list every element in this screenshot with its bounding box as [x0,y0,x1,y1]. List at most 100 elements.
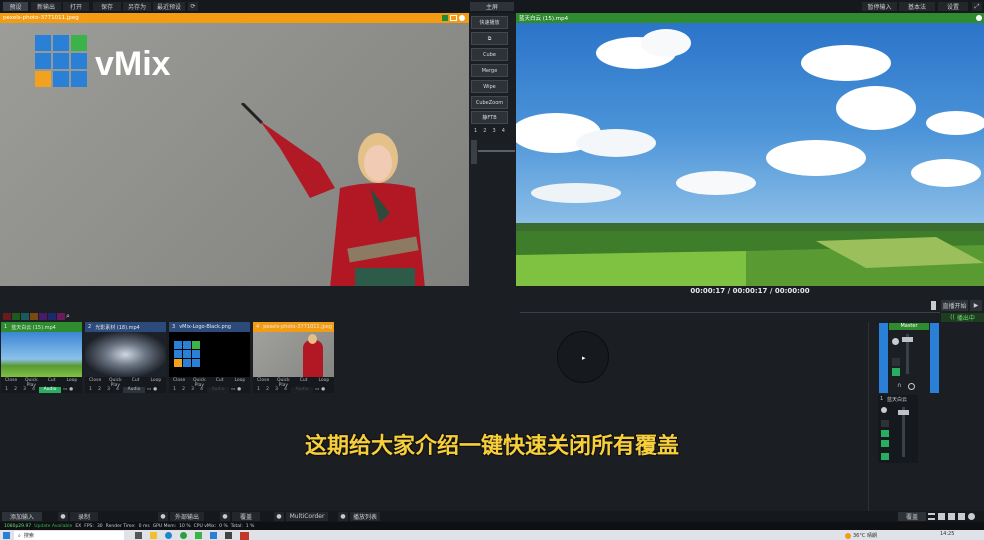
gear-icon[interactable]: ● [69,387,73,392]
gear-icon[interactable]: ● [321,387,325,392]
audio-button[interactable]: Audio [207,386,229,393]
app-icon[interactable] [210,532,217,539]
grid-large-icon[interactable] [958,513,965,520]
color-filter-purple[interactable] [39,313,47,320]
input-thumbnail[interactable] [1,332,82,377]
wechat-icon[interactable] [195,532,202,539]
color-filter-blue[interactable] [48,313,56,320]
seek-handle[interactable] [931,301,936,310]
refresh-icon[interactable]: ⟳ [188,2,198,11]
cut-button[interactable]: Cut [294,378,314,385]
play-icon[interactable]: ▶ [970,300,982,311]
menu-item-preset[interactable]: 预设 [3,2,28,11]
master-panel-left-stripe[interactable] [879,323,888,393]
gear-icon[interactable]: ● [153,387,157,392]
channel-mute-button[interactable] [881,420,889,427]
transition-num-1[interactable]: 1 [474,128,477,136]
add-input-button[interactable]: 添加输入 [2,512,42,521]
transition-cubezoom-button[interactable]: CubeZoom [471,96,508,109]
grid-view-icon[interactable] [938,513,945,520]
audio-button[interactable]: Audio [291,386,313,393]
overlay-right-button[interactable]: 覆盖 [898,512,926,521]
main-screen-dropdown[interactable]: 主屏 [470,2,514,11]
close-button[interactable]: Close [85,378,105,385]
task-view-icon[interactable] [135,532,142,539]
multicorder-gear-icon[interactable]: ● [274,512,284,521]
gear-icon[interactable] [968,513,975,520]
color-filter-green[interactable] [12,313,20,320]
close-button[interactable]: Close [1,378,21,385]
playlist-button[interactable]: 播放列表 [350,512,380,521]
dial-icon[interactable] [908,383,915,390]
menu-item-save[interactable]: 保存 [93,2,121,11]
ftb-button[interactable]: 静FTB [471,111,508,124]
transition-num-4[interactable]: 4 [502,128,505,136]
cut-button[interactable]: Cut [42,378,62,385]
output-seek-bar[interactable] [520,299,940,313]
channel-record-button[interactable] [881,453,889,460]
audio-button[interactable]: Audio [39,386,61,393]
taskbar-clock[interactable]: 14:25 [940,531,960,537]
file-explorer-icon[interactable] [150,532,157,539]
cut-button[interactable]: Cut [126,378,146,385]
monitor-icon[interactable]: ▭ [315,387,319,392]
stream-status[interactable]: (( 播出中 [941,313,984,322]
master-gear-icon[interactable] [892,338,899,345]
input-card-3[interactable]: 3 vMix-Logo-Black.png Close Quick Play C… [169,322,250,393]
monitor-icon[interactable]: ▭ [231,387,235,392]
gear-icon[interactable] [459,15,465,21]
channel-fader-handle[interactable] [898,410,909,415]
color-filter-orange[interactable] [30,313,38,320]
master-panel-right-stripe[interactable] [930,323,939,393]
external-gear-icon[interactable]: ● [158,512,168,521]
loop-button[interactable]: Loop [62,378,82,385]
windows-start-icon[interactable] [3,532,10,539]
input-thumbnail[interactable] [253,332,334,377]
edge-icon[interactable] [165,532,172,539]
quick-play-button[interactable]: Quick Play [105,378,125,388]
record-gear-icon[interactable]: ● [58,512,68,521]
menu-item-settings[interactable]: 设置 [938,2,968,11]
menu-item-recent[interactable]: 最近预设 [153,2,185,11]
quick-play-button[interactable]: Quick Play [273,378,293,388]
transition-num-3[interactable]: 3 [493,128,496,136]
quick-play-button[interactable]: 快速播放 [471,16,508,29]
grid-small-icon[interactable] [948,513,955,520]
quick-play-button[interactable]: Quick Play [21,378,41,388]
master-on-button[interactable] [892,368,900,376]
transition-num-2[interactable]: 2 [483,128,486,136]
external-output-button[interactable]: 外部输出 [170,512,204,521]
close-button[interactable]: Close [253,378,273,385]
search-icon[interactable]: ⌕ [66,313,74,320]
taskbar-search-box[interactable]: ⌕ 搜索 [14,531,124,540]
master-mute-button[interactable] [892,358,900,366]
channel-gear-icon[interactable] [881,407,887,413]
menu-item-save-as[interactable]: 另存为 [123,2,151,11]
loop-button[interactable]: Loop [146,378,166,385]
output-gear-icon[interactable] [976,15,982,21]
input-card-1[interactable]: 1 蓝天白云 (15).mp4 Close Quick Play Cut Loo… [1,322,82,393]
menu-item-new-output[interactable]: 新输出 [31,2,61,11]
monitor-icon[interactable]: ▭ [63,387,67,392]
list-view-icon[interactable] [928,513,935,520]
record-button[interactable]: 直播开始 [941,300,968,311]
multicorder-button[interactable]: MultiCorder [286,512,328,521]
t-bar-slider[interactable] [471,140,477,164]
cut-button[interactable]: Cut [210,378,230,385]
app-icon[interactable] [225,532,232,539]
loop-button[interactable]: Loop [314,378,334,385]
overlay-gear-icon[interactable]: ● [220,512,230,521]
vmix-taskbar-icon[interactable] [240,532,249,540]
status-update[interactable]: Update Available [34,524,72,529]
menu-item-open[interactable]: 打开 [63,2,89,11]
transition-merge-button[interactable]: Merge [471,64,508,77]
color-filter-red[interactable] [3,313,11,320]
gear-icon[interactable]: ● [237,387,241,392]
color-filter-teal[interactable] [21,313,29,320]
master-fader-handle[interactable] [902,337,913,342]
playlist-gear-icon[interactable]: ● [338,512,348,521]
chrome-icon[interactable] [180,532,187,539]
overlay-button[interactable]: 覆盖 [232,512,260,521]
headphones-icon[interactable]: ∩ [897,382,901,389]
monitor-icon[interactable] [450,15,457,21]
